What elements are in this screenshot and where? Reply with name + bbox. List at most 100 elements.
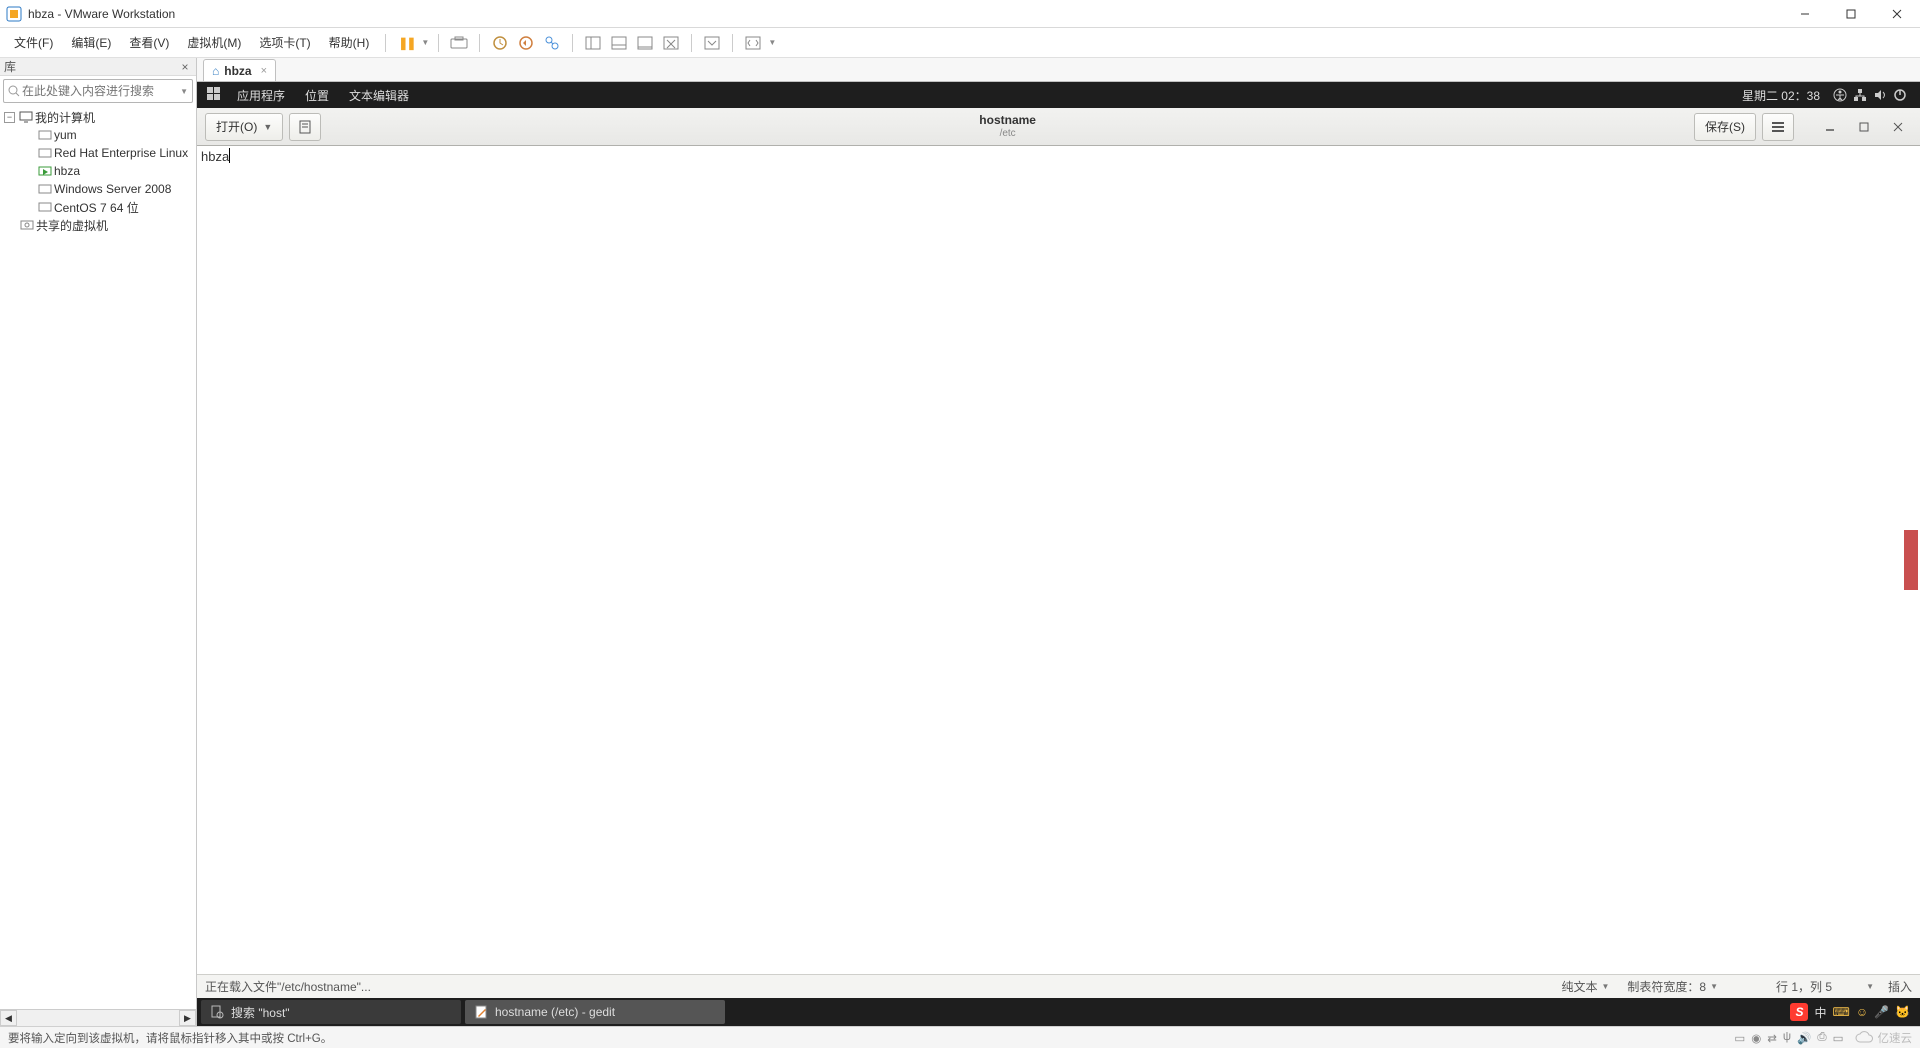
taskbar-item-gedit[interactable]: hostname (/etc) - gedit [465, 1000, 725, 1024]
shared-icon [20, 219, 34, 231]
library-tree: − 我的计算机 yum Red Hat Enterprise Linux hbz… [0, 106, 196, 1009]
gedit-close-button[interactable] [1884, 115, 1912, 139]
device-net-icon[interactable]: ⇄ [1767, 1031, 1777, 1045]
sogou-ime-icon[interactable]: S [1790, 1003, 1808, 1021]
gedit-save-button[interactable]: 保存(S) [1694, 113, 1756, 141]
editor-edge-marker [1904, 530, 1918, 590]
menu-help[interactable]: 帮助(H) [321, 30, 378, 55]
menu-file[interactable]: 文件(F) [6, 30, 61, 55]
menu-tabs[interactable]: 选项卡(T) [251, 30, 318, 55]
taskbar-item-label: hostname (/etc) - gedit [495, 1005, 615, 1019]
library-search-input[interactable] [22, 84, 180, 98]
tree-item-label: yum [54, 128, 77, 142]
pause-vm-button[interactable]: ❚❚ [394, 31, 418, 55]
tray-cat-icon[interactable]: 🐱 [1895, 1005, 1910, 1019]
tray-smiley-icon[interactable]: ☺ [1856, 1005, 1868, 1019]
window-maximize-button[interactable] [1828, 0, 1874, 28]
view-console-button[interactable] [633, 31, 657, 55]
tree-item-label: CentOS 7 64 位 [54, 199, 139, 216]
gedit-statusbar: 正在载入文件"/etc/hostname"... 纯文本▼ 制表符宽度：8▼ 行… [197, 974, 1920, 998]
network-icon[interactable] [1850, 88, 1870, 102]
places-menu[interactable]: 位置 [295, 87, 339, 104]
status-insert-mode[interactable]: 插入 [1888, 978, 1912, 995]
gedit-title: hostname /etc [327, 113, 1688, 139]
apps-grid-icon[interactable] [207, 87, 223, 103]
menu-vm[interactable]: 虚拟机(M) [179, 30, 249, 55]
device-hdd-icon[interactable]: ▭ [1734, 1031, 1745, 1045]
tree-item-centos[interactable]: CentOS 7 64 位 [0, 198, 196, 216]
clock-label[interactable]: 星期二 02：38 [1732, 87, 1830, 104]
menu-edit[interactable]: 编辑(E) [63, 30, 119, 55]
ime-lang-label[interactable]: 中 [1814, 1004, 1826, 1021]
vm-tab-hbza[interactable]: ⌂ hbza × [203, 59, 276, 81]
menu-view[interactable]: 查看(V) [121, 30, 177, 55]
status-position[interactable]: 行 1，列 5▼ [1772, 978, 1878, 995]
gedit-maximize-button[interactable] [1850, 115, 1878, 139]
gedit-minimize-button[interactable] [1816, 115, 1844, 139]
text-cursor [229, 148, 230, 163]
gedit-new-button[interactable] [289, 113, 321, 141]
view-library-button[interactable] [581, 31, 605, 55]
view-thumbnail-button[interactable] [607, 31, 631, 55]
vm-icon [38, 183, 52, 195]
status-lang-combo[interactable]: 纯文本▼ [1557, 978, 1613, 995]
tree-item-label: Windows Server 2008 [54, 182, 171, 196]
library-close-button[interactable]: × [178, 60, 192, 74]
texteditor-menu[interactable]: 文本编辑器 [339, 87, 419, 104]
vm-tab-close-button[interactable]: × [261, 65, 267, 77]
device-print-icon[interactable]: ⎙ [1817, 1031, 1826, 1045]
scroll-left-icon[interactable]: ◀ [0, 1010, 17, 1026]
taskbar-item-search[interactable]: 搜索 "host" [201, 1000, 461, 1024]
search-dropdown-caret[interactable]: ▼ [180, 87, 188, 96]
gedit-open-button[interactable]: 打开(O) ▼ [205, 113, 283, 141]
tree-root-my-computer[interactable]: − 我的计算机 [0, 108, 196, 126]
device-display-icon[interactable]: ▭ [1833, 1031, 1844, 1045]
fullscreen-button[interactable] [700, 31, 724, 55]
device-icons-group: ▭ ◉ ⇄ ψ 🔊 ⎙ ▭ [1734, 1031, 1843, 1045]
power-dropdown-caret[interactable]: ▼ [420, 38, 430, 47]
library-search-box[interactable]: ▼ [3, 79, 193, 103]
device-cd-icon[interactable]: ◉ [1751, 1031, 1761, 1045]
gnome-taskbar: 搜索 "host" hostname (/etc) - gedit S 中 ⌨ … [197, 998, 1920, 1026]
tree-item-rhel[interactable]: Red Hat Enterprise Linux [0, 144, 196, 162]
vmware-statusbar: 要将输入定向到该虚拟机，请将鼠标指针移入其中或按 Ctrl+G。 ▭ ◉ ⇄ ψ… [0, 1026, 1920, 1048]
gedit-save-label: 保存(S) [1705, 118, 1745, 135]
home-icon: ⌂ [212, 64, 219, 78]
send-ctrl-alt-del-button[interactable] [447, 31, 471, 55]
tree-collapse-icon[interactable]: − [4, 112, 15, 123]
gnome-tray: S 中 ⌨ ☺ 🎤 🐱 [1790, 1003, 1916, 1021]
library-pane: 库 × ▼ − 我的计算机 yum Red Hat Enterprise Lin… [0, 58, 197, 1026]
gnome-top-bar: 应用程序 位置 文本编辑器 星期二 02：38 [197, 82, 1920, 108]
status-tabwidth-combo[interactable]: 制表符宽度：8▼ [1623, 978, 1722, 995]
accessibility-icon[interactable] [1830, 88, 1850, 102]
snapshot-take-button[interactable] [488, 31, 512, 55]
window-close-button[interactable] [1874, 0, 1920, 28]
window-minimize-button[interactable] [1782, 0, 1828, 28]
stretch-button[interactable] [741, 31, 765, 55]
gedit-menu-button[interactable] [1762, 113, 1794, 141]
tree-shared-vms[interactable]: 共享的虚拟机 [0, 216, 196, 234]
device-usb-icon[interactable]: ψ [1783, 1031, 1791, 1045]
volume-icon[interactable] [1870, 88, 1890, 102]
tray-mic-icon[interactable]: 🎤 [1874, 1005, 1889, 1019]
tree-item-hbza[interactable]: hbza [0, 162, 196, 180]
applications-menu[interactable]: 应用程序 [227, 87, 295, 104]
tree-item-yum[interactable]: yum [0, 126, 196, 144]
stretch-dropdown-caret[interactable]: ▼ [767, 38, 777, 47]
snapshot-revert-button[interactable] [514, 31, 538, 55]
view-unity-button[interactable] [659, 31, 683, 55]
device-sound-icon[interactable]: 🔊 [1797, 1031, 1811, 1045]
power-icon[interactable] [1890, 88, 1910, 102]
library-h-scrollbar[interactable]: ◀ ▶ [0, 1009, 196, 1026]
snapshot-manager-button[interactable] [540, 31, 564, 55]
gedit-headerbar: 打开(O) ▼ hostname /etc 保存(S) [197, 108, 1920, 146]
taskbar-item-label: 搜索 "host" [231, 1004, 290, 1021]
tray-keyboard-icon[interactable]: ⌨ [1833, 1005, 1850, 1019]
vm-running-icon [38, 165, 52, 177]
tree-item-win2008[interactable]: Windows Server 2008 [0, 180, 196, 198]
gedit-open-label: 打开(O) [216, 118, 257, 135]
gedit-editor-area[interactable]: hbza [197, 146, 1920, 974]
scroll-right-icon[interactable]: ▶ [179, 1010, 196, 1026]
tree-root-label: 我的计算机 [35, 109, 95, 126]
watermark-brand: 亿速云 [1854, 1030, 1913, 1046]
